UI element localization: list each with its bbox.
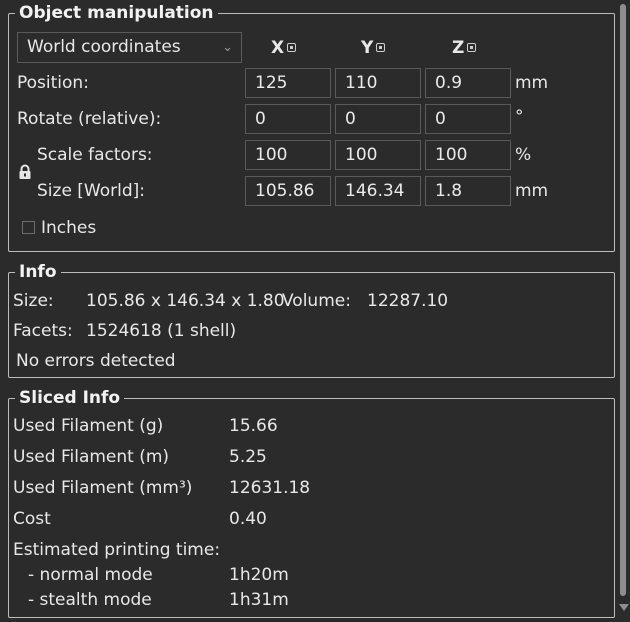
size-x-input[interactable]: 105.86 — [245, 176, 331, 206]
rotate-y-input[interactable]: 0 — [335, 104, 421, 134]
position-label: Position: — [17, 73, 89, 93]
size-world-label: Size [World]: — [37, 181, 146, 201]
lock-icon[interactable] — [18, 164, 32, 180]
coordinate-system-value: World coordinates — [27, 37, 181, 57]
size-z-input[interactable]: 1.8 — [425, 176, 511, 206]
info-volume-label: Volume: — [282, 291, 351, 311]
position-unit: mm — [515, 73, 549, 93]
chevron-down-icon: ⌄ — [222, 40, 233, 55]
stealth-mode-label: - stealth mode — [28, 590, 152, 610]
object-manipulation-title: Object manipulation — [15, 3, 218, 23]
axis-x-icon — [287, 43, 297, 52]
used-filament-m-value: 5.25 — [229, 447, 267, 467]
position-z-input[interactable]: 0.9 — [425, 68, 511, 98]
coordinate-system-select[interactable]: World coordinates ⌄ — [17, 32, 242, 63]
rotate-z-input[interactable]: 0 — [425, 104, 511, 134]
used-filament-g-label: Used Filament (g) — [13, 416, 164, 436]
info-facets-value: 1524618 (1 shell) — [86, 321, 237, 341]
axis-x-label: X — [271, 38, 285, 58]
normal-mode-value: 1h20m — [229, 565, 289, 585]
axis-y-label: Y — [361, 38, 374, 58]
normal-mode-label: - normal mode — [28, 565, 153, 585]
stealth-mode-value: 1h31m — [229, 590, 289, 610]
cost-label: Cost — [13, 509, 51, 529]
scale-x-input[interactable]: 100 — [245, 140, 331, 170]
info-title: Info — [15, 262, 61, 282]
used-filament-mm3-label: Used Filament (mm³) — [13, 478, 193, 498]
axis-z-label: Z — [452, 38, 465, 58]
used-filament-m-label: Used Filament (m) — [13, 447, 170, 467]
scale-label: Scale factors: — [37, 145, 153, 165]
scroll-down-icon[interactable] — [619, 604, 629, 611]
inches-label: Inches — [41, 218, 97, 238]
axis-y-header: Y — [361, 37, 386, 59]
rotate-unit: ° — [515, 107, 524, 127]
info-facets-label: Facets: — [13, 321, 73, 341]
inches-checkbox[interactable] — [22, 221, 35, 234]
scale-unit: % — [515, 145, 532, 165]
rotate-x-input[interactable]: 0 — [245, 104, 331, 134]
axis-z-header: Z — [452, 37, 477, 59]
estimated-time-label: Estimated printing time: — [13, 540, 221, 560]
position-x-input[interactable]: 125 — [245, 68, 331, 98]
axis-x-header: X — [271, 37, 297, 59]
info-volume-value: 12287.10 — [367, 291, 449, 311]
axis-z-icon — [467, 43, 477, 52]
position-y-input[interactable]: 110 — [335, 68, 421, 98]
vertical-scrollbar[interactable] — [617, 0, 630, 622]
scrollbar-thumb[interactable] — [620, 4, 626, 596]
scale-y-input[interactable]: 100 — [335, 140, 421, 170]
info-size-label: Size: — [13, 291, 54, 311]
info-size-value: 105.86 x 146.34 x 1.80 — [86, 291, 285, 311]
size-unit: mm — [515, 181, 549, 201]
used-filament-mm3-value: 12631.18 — [229, 478, 311, 498]
size-y-input[interactable]: 146.34 — [335, 176, 421, 206]
axis-y-icon — [376, 43, 386, 52]
info-errors-status: No errors detected — [16, 351, 176, 371]
sliced-info-title: Sliced Info — [15, 388, 125, 408]
used-filament-g-value: 15.66 — [229, 416, 278, 436]
rotate-label: Rotate (relative): — [17, 109, 162, 129]
scale-z-input[interactable]: 100 — [425, 140, 511, 170]
cost-value: 0.40 — [229, 509, 267, 529]
